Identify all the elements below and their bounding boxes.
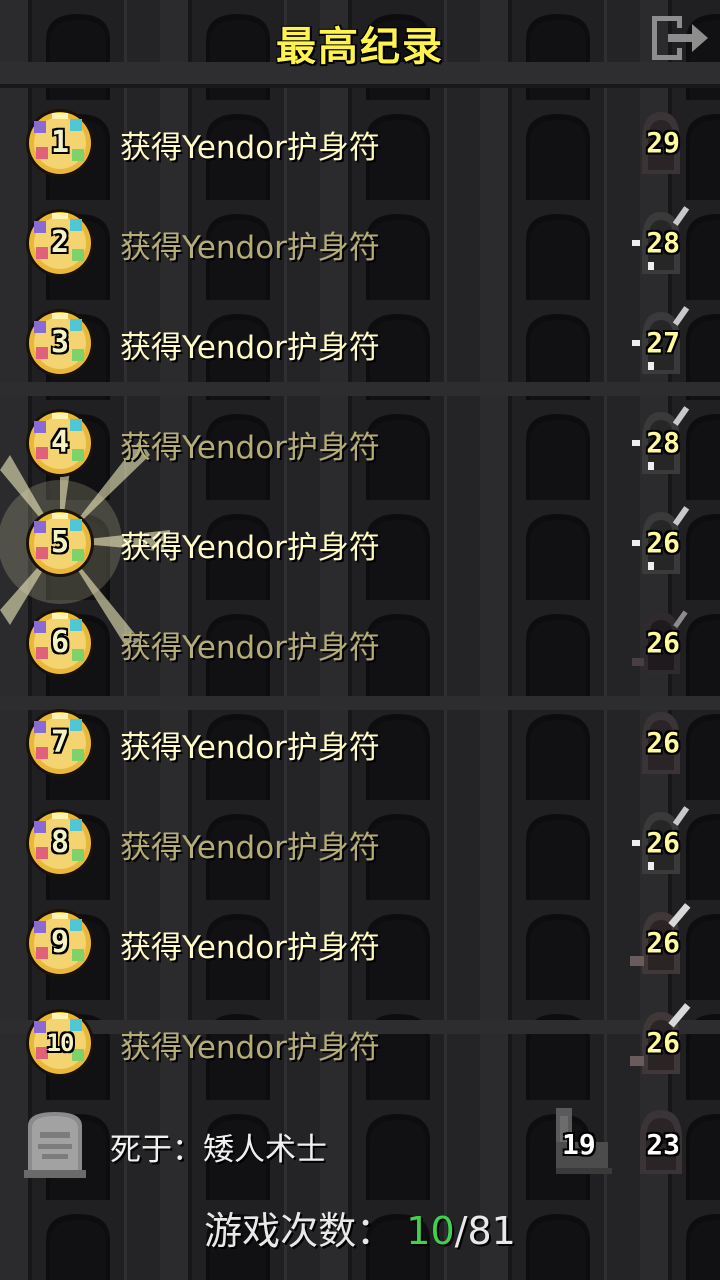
record-row[interactable]: 4 获得Yendor护身符 28 [0,392,720,492]
last-game-level: 23 [646,1128,680,1161]
record-description: 获得Yendor护身符 [120,630,380,666]
rank-number: 1 [50,125,70,160]
amulet-badge-icon: 10 [24,1007,96,1079]
amulet-badge-icon: 7 [24,707,96,779]
record-description: 获得Yendor护身符 [120,730,380,766]
tombstone-icon [24,1112,86,1178]
rank-number: 5 [50,525,70,560]
records-list: 1 获得Yendor护身符 29 2 获得Yendor护身符 28 3 获得Yendor护身符… [0,92,720,1092]
record-row[interactable]: 1 获得Yendor护身符 29 [0,92,720,192]
rank-number: 7 [50,725,70,760]
record-level: 26 [646,1026,680,1059]
games-played: 游戏次数： 10/81 [0,1200,720,1255]
death-cause: 死于：矮人术士 [110,1132,327,1168]
games-won-count: 10 [406,1209,455,1253]
record-description: 获得Yendor护身符 [120,930,380,966]
record-description: 获得Yendor护身符 [120,1030,380,1066]
record-level: 26 [646,626,680,659]
record-description: 获得Yendor护身符 [120,330,380,366]
record-level: 28 [646,426,680,459]
games-separator: / [454,1209,468,1253]
rank-number: 10 [46,1029,75,1057]
record-level: 26 [646,726,680,759]
record-row[interactable]: 6 获得Yendor护身符 26 [0,592,720,692]
record-row[interactable]: 3 获得Yendor护身符 27 [0,292,720,392]
record-row[interactable]: 8 获得Yendor护身符 26 [0,792,720,892]
amulet-badge-icon: 3 [24,307,96,379]
exit-button[interactable] [648,12,714,64]
record-row[interactable]: 10 获得Yendor护身符 26 [0,992,720,1092]
games-label: 游戏次数： [204,1209,395,1253]
record-level: 26 [646,926,680,959]
record-level: 26 [646,826,680,859]
record-row[interactable]: 5 获得Yendor护身符 26 [0,492,720,592]
rank-number: 6 [50,625,70,660]
amulet-badge-icon: 8 [24,807,96,879]
depth-value: 19 [562,1128,596,1161]
header: 最高纪录 [0,0,720,86]
record-level: 28 [646,226,680,259]
rank-number: 9 [50,925,70,960]
last-game-row[interactable]: 死于：矮人术士 19 23 [0,1096,720,1196]
record-description: 获得Yendor护身符 [120,530,380,566]
games-total-count: 81 [467,1209,516,1253]
amulet-badge-icon: 5 [24,507,96,579]
page-title: 最高纪录 [276,24,444,70]
record-row[interactable]: 7 获得Yendor护身符 26 [0,692,720,792]
record-description: 获得Yendor护身符 [120,430,380,466]
rank-number: 2 [50,225,70,260]
amulet-badge-icon: 6 [24,607,96,679]
record-description: 获得Yendor护身符 [120,130,380,166]
amulet-badge-icon: 1 [24,107,96,179]
record-level: 26 [646,526,680,559]
amulet-badge-icon: 9 [24,907,96,979]
amulet-badge-icon: 4 [24,407,96,479]
record-row[interactable]: 9 获得Yendor护身符 26 [0,892,720,992]
rank-number: 3 [50,325,70,360]
record-row[interactable]: 2 获得Yendor护身符 28 [0,192,720,292]
record-level: 27 [646,326,680,359]
exit-door-icon [652,16,708,60]
record-description: 获得Yendor护身符 [120,830,380,866]
amulet-badge-icon: 2 [24,207,96,279]
record-level: 29 [646,126,680,159]
rank-number: 4 [50,425,70,460]
rank-number: 8 [50,825,70,860]
record-description: 获得Yendor护身符 [120,230,380,266]
